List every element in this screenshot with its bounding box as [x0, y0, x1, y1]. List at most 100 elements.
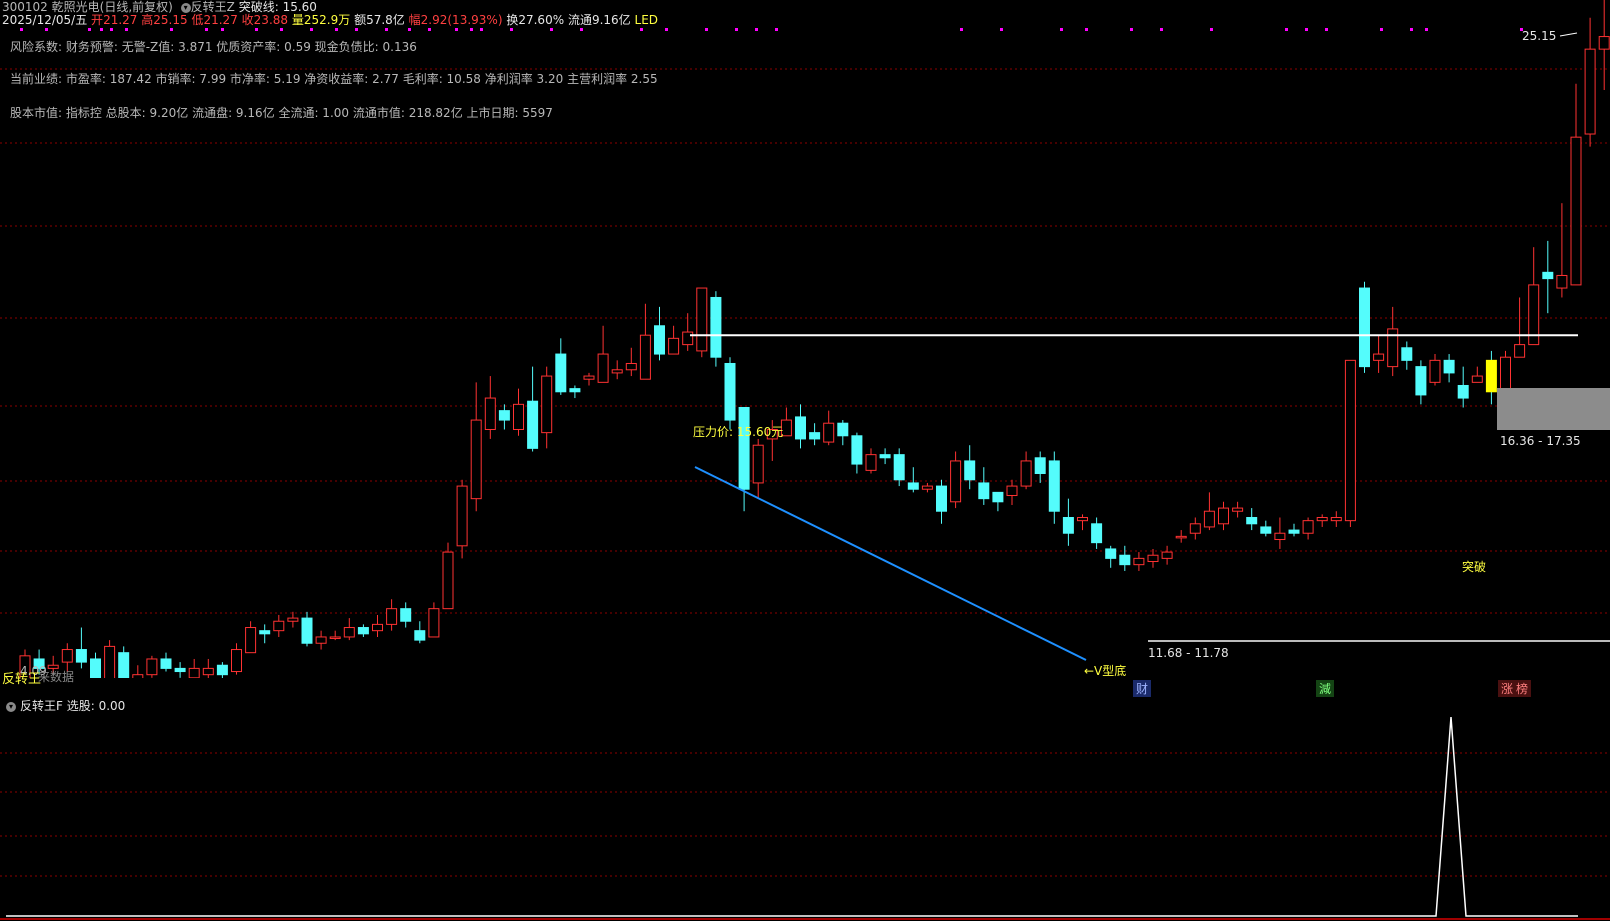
- candle-body: [597, 353, 609, 383]
- low-value: 21.27: [203, 13, 238, 27]
- signal-dot: [310, 28, 313, 31]
- candle-body: [442, 551, 454, 610]
- candle-body: [400, 608, 412, 622]
- candle-body: [1570, 136, 1582, 286]
- signal-dot: [1060, 28, 1063, 31]
- candle-body: [1077, 517, 1088, 522]
- volume-label: 量: [291, 13, 304, 27]
- candle-body: [231, 649, 242, 673]
- signal-dot: [550, 28, 553, 31]
- signal-dot: [45, 28, 48, 31]
- candle-body: [1330, 517, 1342, 522]
- candle-body: [964, 460, 976, 481]
- candle-body: [1316, 517, 1328, 522]
- finance-marker[interactable]: 财: [1133, 680, 1152, 697]
- candle-body: [372, 623, 383, 632]
- signal-dot: [428, 28, 431, 31]
- candle-body: [724, 362, 736, 421]
- sub-indicator-title[interactable]: 反转王F: [20, 699, 63, 713]
- high-price-label: 25.15: [1522, 29, 1557, 43]
- candle-body: [75, 649, 87, 663]
- candle-body: [1514, 344, 1526, 358]
- close-value: 23.88: [253, 13, 289, 27]
- candle-body: [1373, 353, 1385, 361]
- candle-body: [851, 435, 863, 465]
- info-line-capital: 股本市值: 指标控 总股本: 9.20亿 流通盘: 9.16亿 全流通: 1.0…: [10, 106, 553, 120]
- candle-body: [1598, 36, 1610, 50]
- signal-dot: [170, 28, 173, 31]
- candle-body: [1105, 548, 1117, 559]
- signal-dot: [1325, 28, 1328, 31]
- signal-dot: [1210, 28, 1213, 31]
- candle-body: [104, 645, 116, 678]
- turnover-label: 换: [506, 13, 519, 27]
- candle-body: [1034, 457, 1046, 475]
- candle-body: [1218, 507, 1229, 525]
- turnover-value: 27.60%: [518, 13, 565, 27]
- pressure-price-label: 压力价: 15.60元: [693, 425, 784, 439]
- candle-body: [513, 403, 524, 430]
- candle-body: [259, 630, 271, 635]
- signal-dot: [385, 28, 388, 31]
- candle-body: [738, 406, 750, 490]
- signal-dot: [470, 28, 473, 31]
- candle-body: [795, 416, 806, 440]
- selection-signal-line: [6, 716, 1578, 917]
- ranking-marker[interactable]: 榜: [1513, 680, 1532, 697]
- candle-body: [752, 444, 764, 484]
- candle-body: [527, 400, 539, 449]
- signal-dot: [580, 28, 583, 31]
- candle-body: [273, 620, 285, 632]
- candle-body: [950, 460, 962, 503]
- concept-tag[interactable]: LED: [635, 13, 659, 27]
- candle-body: [414, 630, 426, 641]
- signal-dot: [88, 28, 91, 31]
- amount-value: 57.8亿: [366, 13, 405, 27]
- candle-body: [1443, 359, 1455, 374]
- candle-body: [1147, 554, 1159, 563]
- candle-body: [555, 353, 567, 393]
- candle-body: [470, 419, 482, 500]
- candle-body: [1471, 375, 1483, 383]
- price-chart[interactable]: [0, 0, 1610, 678]
- candle-body: [456, 485, 468, 547]
- candle-body: [1359, 287, 1370, 368]
- candle-body: [1274, 532, 1286, 541]
- candle-body: [216, 664, 228, 676]
- candle-body: [1542, 271, 1554, 280]
- reduce-marker[interactable]: 減: [1316, 680, 1335, 697]
- candle-body: [865, 454, 877, 471]
- candle-body: [654, 325, 665, 355]
- candle-body: [696, 287, 708, 352]
- candle-body: [583, 375, 595, 380]
- candle-body: [1556, 274, 1568, 289]
- signal-dot: [1160, 28, 1163, 31]
- left-indicator-title: 反转王: [2, 672, 42, 687]
- sub-indicator-toggle-icon[interactable]: ▾: [6, 701, 16, 712]
- lower-range-label: 11.68 - 11.78: [1148, 646, 1229, 660]
- info-line-risk: 风险系数: 财务预警: 无警-Z值: 3.871 优质资产率: 0.59 现金负…: [10, 40, 417, 54]
- candle-body: [1203, 510, 1215, 528]
- range-box: [1497, 388, 1610, 430]
- volume-value: 252.9万: [303, 13, 351, 27]
- signal-dot: [960, 28, 963, 31]
- candle-body: [668, 337, 680, 355]
- candle-body: [1344, 359, 1356, 522]
- signal-dot: [755, 28, 758, 31]
- no-data-label: 来数据: [38, 670, 75, 684]
- change-label: 幅: [408, 13, 421, 27]
- signal-dot: [775, 28, 778, 31]
- candle-body: [1584, 48, 1596, 135]
- float-label: 流通: [567, 13, 592, 27]
- low-label: 低: [191, 13, 204, 27]
- candle-body: [639, 334, 651, 380]
- candle-body: [823, 422, 835, 443]
- candle-body: [357, 627, 369, 635]
- candle-body: [907, 482, 919, 490]
- candle-body: [118, 652, 130, 678]
- candle-body: [245, 627, 257, 654]
- candle-body: [1246, 517, 1258, 525]
- upper-range-label: 16.36 - 17.35: [1500, 434, 1581, 448]
- signal-dot: [1410, 28, 1413, 31]
- candle-body: [1457, 384, 1469, 399]
